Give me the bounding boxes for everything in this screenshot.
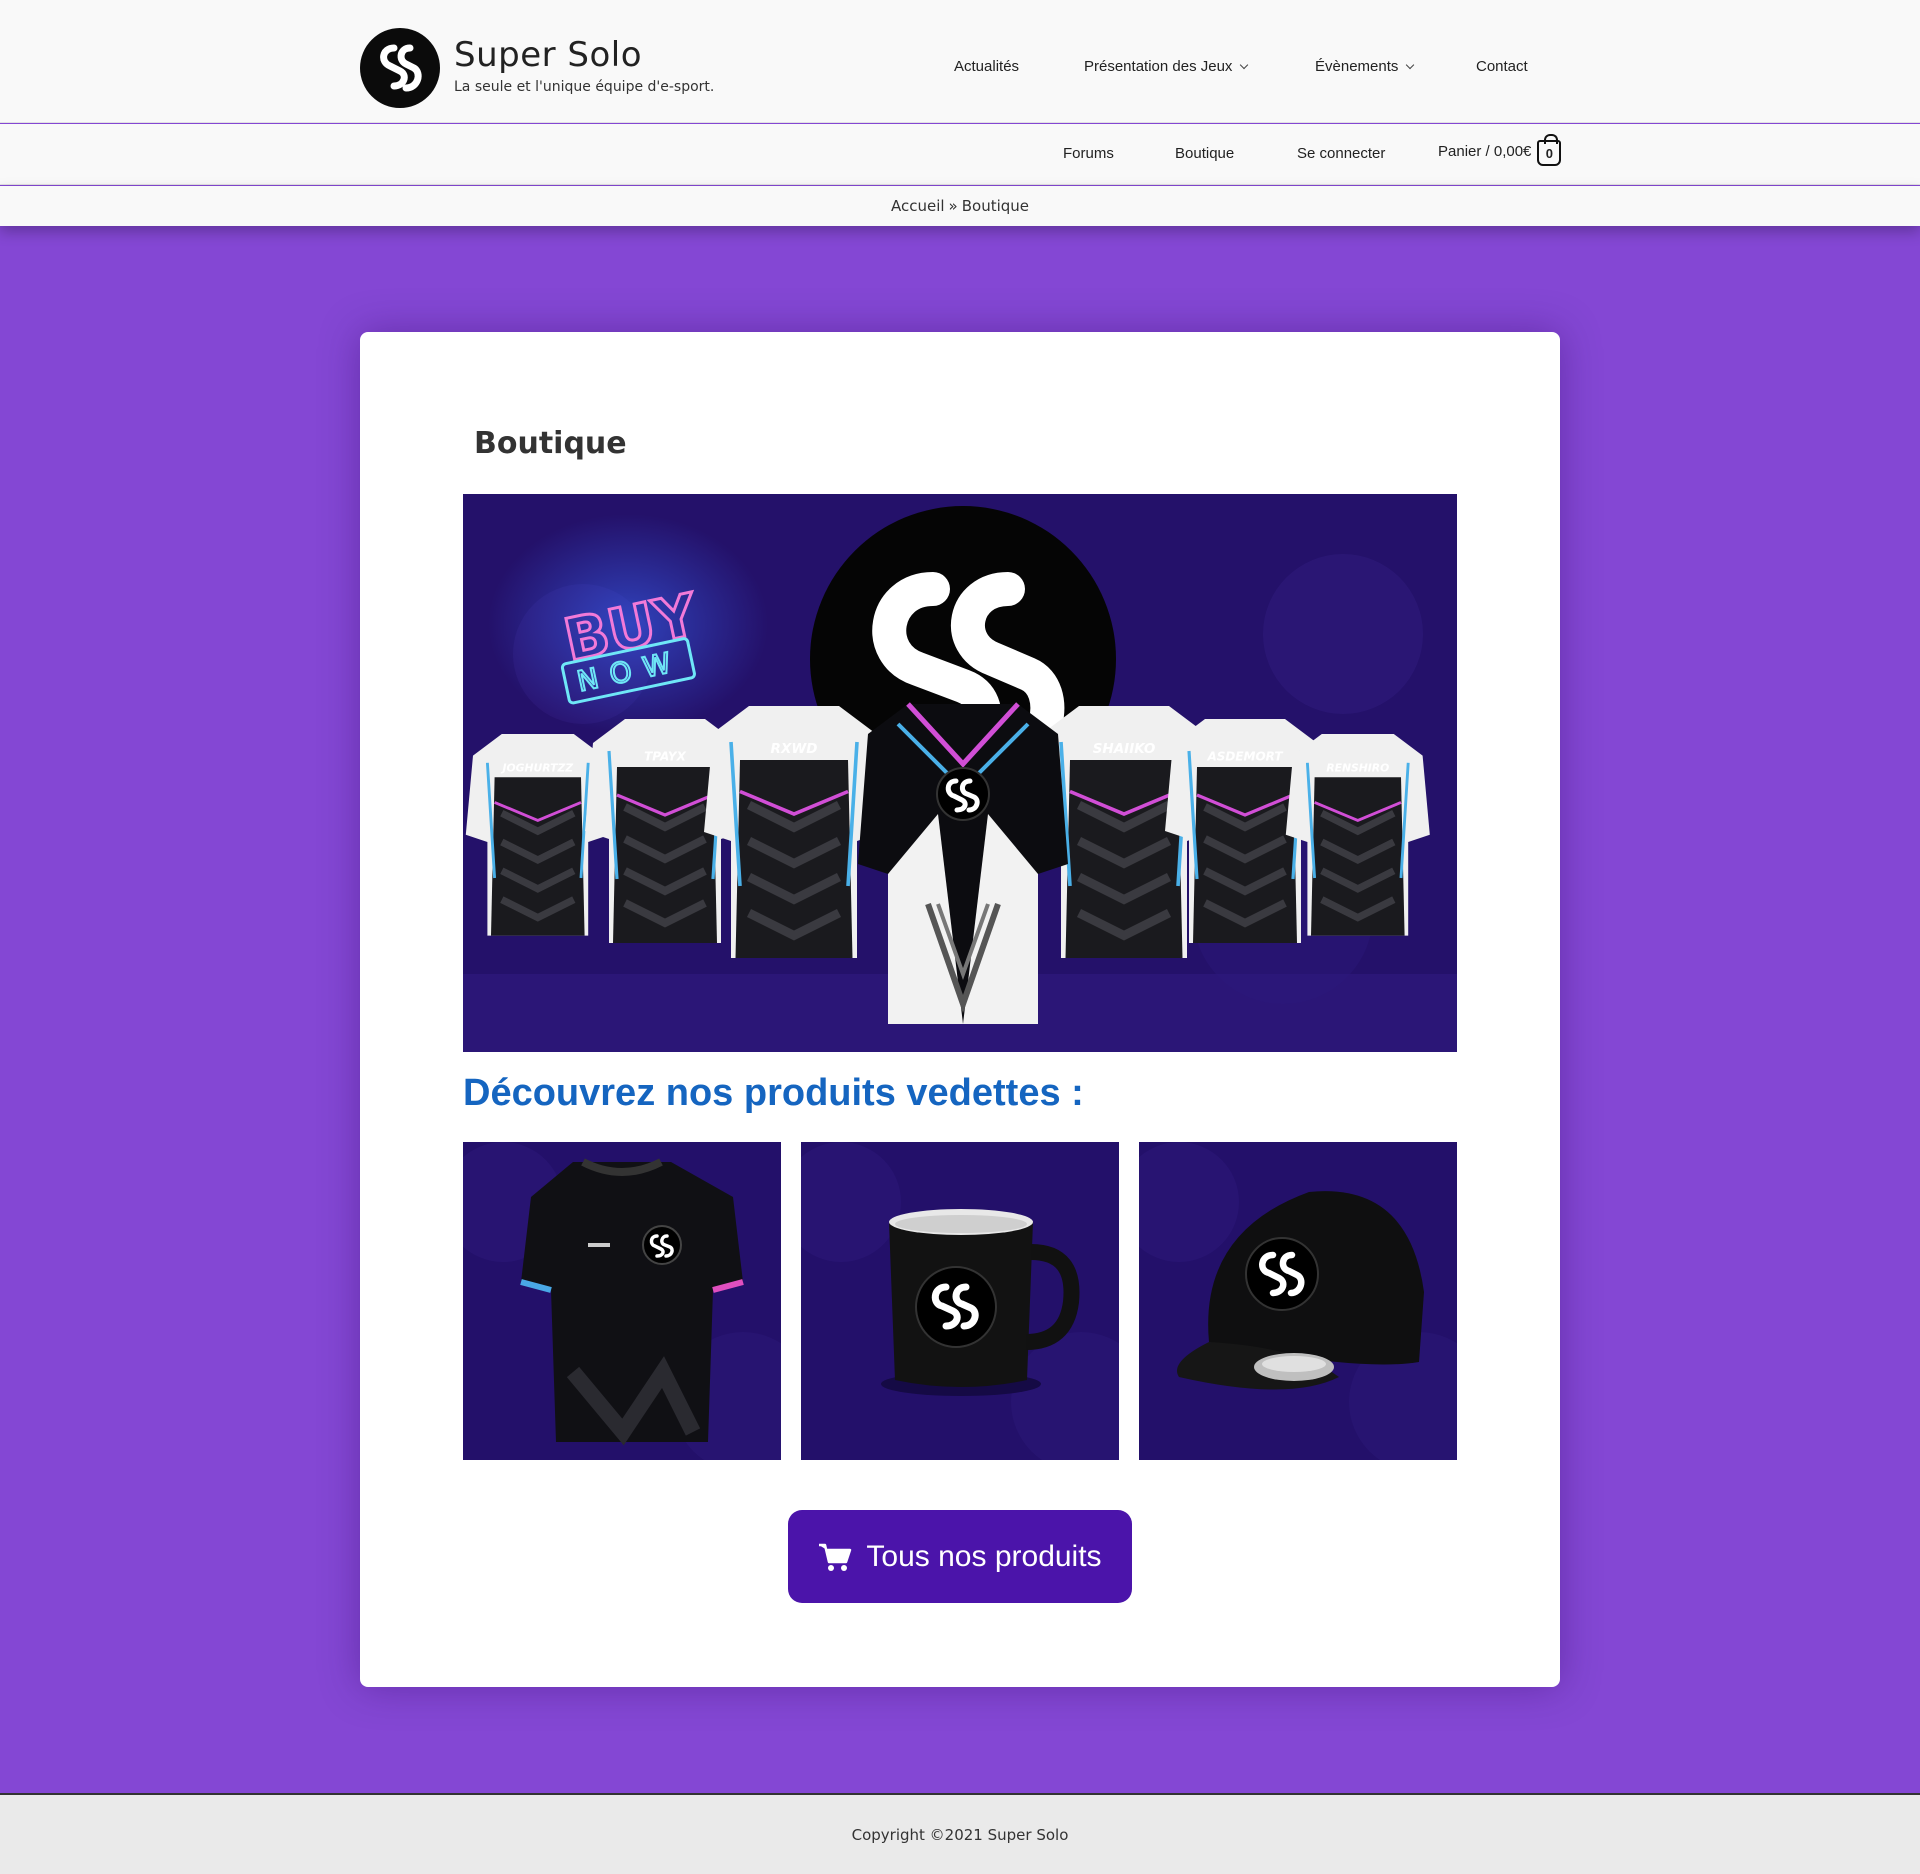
featured-products [463,1142,1457,1460]
tshirt-icon [463,1142,781,1460]
chevron-down-icon [1406,60,1415,69]
nav-item-label: Présentation des Jeux [1084,58,1233,75]
product-tshirt[interactable] [463,1142,781,1460]
product-cap[interactable] [1139,1142,1457,1460]
mug-icon [801,1142,1119,1460]
shopping-cart-icon [819,1543,852,1571]
nav-item-label: Contact [1476,58,1528,75]
chevron-down-icon [1240,60,1249,69]
ss-logo-icon [380,44,422,92]
jersey-name-label: TPAYX [644,750,686,764]
page-title: Boutique [474,426,627,461]
nav-item-boutique[interactable]: Boutique [1175,145,1234,162]
nav-item-actualites[interactable]: Actualités [954,58,1019,75]
site-tagline: La seule et l'unique équipe d'e-sport. [454,79,715,95]
cart-total: Panier / 0,00€ [1438,142,1532,160]
nav-item-label: Évènements [1315,58,1399,75]
nav-item-label: Actualités [954,58,1020,75]
breadcrumb-separator: » [948,197,958,215]
all-products-button-label: Tous nos produits [866,1539,1102,1573]
all-products-button[interactable]: Tous nos produits [788,1510,1132,1603]
site-footer: Copyright ©2021 Super Solo [0,1793,1920,1874]
breadcrumb-current: Boutique [961,197,1030,215]
content-card: Boutique BUY NOW JOGHURTZZ TPAYX RXWD SH… [360,332,1560,1687]
cart-link[interactable]: Panier / 0,00€ 0 [1438,134,1562,166]
jersey-name-label: SHAIIKO [1093,741,1156,757]
shopping-bag-icon: 0 [1537,134,1562,166]
jersey-name-label: ASDEMORT [1206,750,1283,764]
site-title[interactable]: Super Solo [454,35,714,75]
breadcrumb: Accueil » Boutique [0,186,1920,226]
nav-item-se-connecter[interactable]: Se connecter [1297,145,1385,162]
secondary-header: Forums Boutique Se connecter Panier / 0,… [0,124,1920,185]
site-header: Super Solo La seule et l'unique équipe d… [0,0,1920,123]
product-mug[interactable] [801,1142,1119,1460]
jersey-name-label: RENSHIRO [1326,761,1389,774]
jersey-graphic: RXWD [704,706,884,958]
jerseys-banner-image: BUY NOW JOGHURTZZ TPAYX RXWD SHAIIKO ASD… [463,494,1457,1052]
copyright-text: Copyright ©2021 Super Solo [851,1825,1069,1844]
site-logo[interactable] [360,28,440,108]
featured-products-heading: Découvrez nos produits vedettes : [463,1072,1084,1114]
nav-item-presentation-des-jeux[interactable]: Présentation des Jeux [1084,58,1249,75]
cart-count-badge: 0 [1545,145,1554,161]
jersey-name-label: RXWD [771,741,818,757]
hero-banner: BUY NOW JOGHURTZZ TPAYX RXWD SHAIIKO ASD… [463,494,1457,1052]
breadcrumb-home[interactable]: Accueil [891,197,945,215]
site-branding[interactable]: Super Solo La seule et l'unique équipe d… [360,28,714,108]
nav-item-evenements[interactable]: Évènements [1315,58,1415,75]
jersey-name-label: JOGHURTZZ [500,761,573,774]
nav-item-contact[interactable]: Contact [1476,58,1528,75]
cap-icon [1139,1142,1457,1460]
nav-item-forums[interactable]: Forums [1063,145,1114,162]
